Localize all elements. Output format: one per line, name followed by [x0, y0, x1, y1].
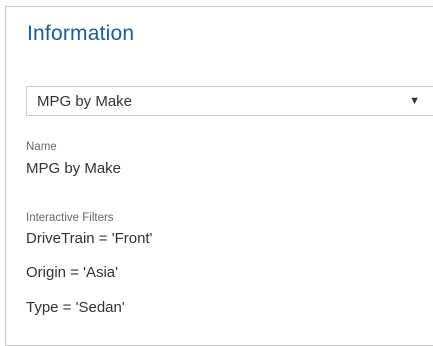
- panel-title: Information: [27, 22, 135, 45]
- triangle-down-icon: ▼: [409, 95, 420, 107]
- interactive-filters-label: Interactive Filters: [26, 212, 114, 224]
- filter-item: Origin = 'Asia': [26, 264, 119, 281]
- name-label: Name: [26, 141, 57, 153]
- dropdown-selected-value: MPG by Make: [37, 93, 133, 110]
- filter-item: Type = 'Sedan': [26, 299, 125, 316]
- filter-item: DriveTrain = 'Front': [26, 230, 153, 247]
- name-value: MPG by Make: [26, 160, 122, 177]
- object-select-dropdown[interactable]: MPG by Make ▼: [26, 86, 433, 116]
